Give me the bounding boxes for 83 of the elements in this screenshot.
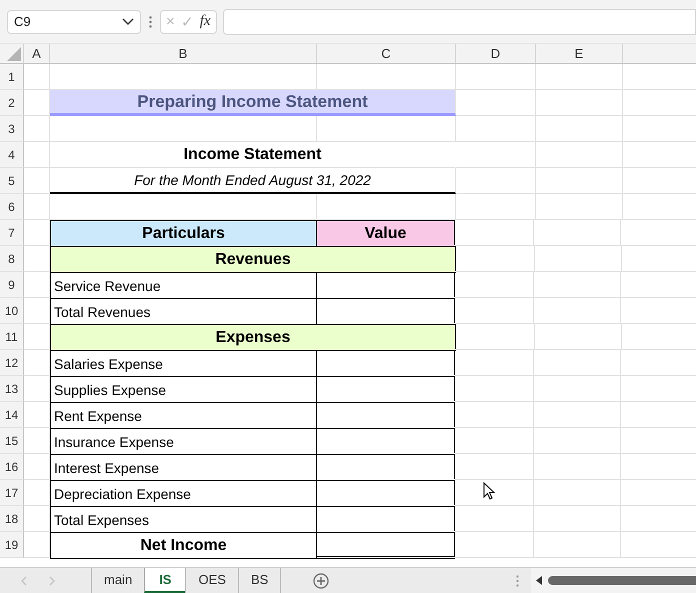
sheet-tab[interactable]: OES [185, 568, 238, 593]
more-options-icon[interactable] [149, 16, 152, 28]
horizontal-scrollbar[interactable] [531, 568, 696, 593]
next-sheet-icon[interactable] [48, 576, 56, 586]
empty-cell[interactable] [536, 168, 623, 194]
empty-cell[interactable] [454, 454, 534, 480]
insert-function-button[interactable]: fx [200, 13, 211, 30]
row-header[interactable]: 9 [0, 272, 24, 298]
row-header[interactable]: 5 [0, 168, 24, 194]
column-header[interactable]: A [24, 44, 50, 63]
empty-cell[interactable] [536, 142, 623, 168]
previous-sheet-icon[interactable] [20, 576, 28, 586]
sheet-tab[interactable]: BS [238, 568, 282, 593]
row-header[interactable]: 7 [0, 220, 24, 246]
column-header[interactable]: D [456, 44, 536, 63]
empty-cell[interactable] [454, 532, 534, 558]
column-header[interactable]: E [536, 44, 623, 63]
row-header[interactable]: 16 [0, 454, 24, 480]
empty-cell[interactable] [454, 506, 534, 532]
empty-cell[interactable] [456, 168, 536, 194]
empty-cell[interactable] [534, 220, 621, 246]
empty-cell[interactable] [454, 376, 534, 402]
add-sheet-icon[interactable] [313, 572, 330, 588]
empty-cell[interactable] [534, 454, 621, 480]
more-options-icon[interactable] [516, 574, 519, 586]
mouse-pointer-icon [483, 482, 495, 500]
row-header[interactable]: 19 [0, 532, 24, 558]
sheet-title: Preparing Income Statement [50, 90, 456, 116]
empty-cell[interactable] [536, 64, 623, 90]
dropdown-caret-icon [122, 18, 134, 26]
row-header[interactable]: 3 [0, 116, 24, 142]
column-header[interactable]: C [317, 44, 456, 63]
row-header[interactable]: 8 [0, 246, 24, 272]
empty-cell[interactable] [534, 506, 621, 532]
empty-cell[interactable] [456, 116, 536, 142]
section-heading-cell: Revenues [50, 246, 456, 273]
empty-cell[interactable] [536, 90, 623, 116]
row-header[interactable]: 6 [0, 194, 24, 220]
empty-cell[interactable] [50, 116, 317, 142]
empty-cell[interactable] [535, 246, 622, 272]
row-header[interactable]: 1 [0, 64, 24, 90]
empty-cell[interactable] [454, 428, 534, 454]
section-heading-cell: Expenses [50, 324, 456, 351]
row-header[interactable]: 17 [0, 480, 24, 506]
table-cell: Net Income [50, 532, 317, 559]
empty-cell[interactable] [534, 402, 621, 428]
empty-cell[interactable] [534, 350, 621, 376]
empty-cell[interactable] [456, 64, 536, 90]
scroll-left-icon[interactable] [536, 576, 543, 585]
empty-cell[interactable] [534, 298, 621, 324]
row-header[interactable]: 11 [0, 324, 24, 350]
table-header-cell: Value [316, 220, 455, 247]
empty-cell[interactable] [454, 272, 534, 298]
row-header[interactable]: 2 [0, 90, 24, 116]
row-header[interactable]: 4 [0, 142, 24, 168]
column-header[interactable]: B [50, 44, 317, 63]
row-header[interactable]: 12 [0, 350, 24, 376]
row-header[interactable]: 13 [0, 376, 24, 402]
row-header[interactable]: 15 [0, 428, 24, 454]
empty-cell[interactable] [454, 402, 534, 428]
statement-period: For the Month Ended August 31, 2022 [50, 168, 456, 194]
empty-cell[interactable] [535, 324, 622, 350]
empty-cell[interactable] [317, 116, 456, 142]
empty-cell[interactable] [456, 142, 536, 168]
empty-cell[interactable] [534, 532, 621, 558]
table-header-cell: Particulars [50, 220, 317, 247]
row-header[interactable]: 10 [0, 298, 24, 324]
empty-cell[interactable] [534, 428, 621, 454]
empty-cell[interactable] [536, 116, 623, 142]
row-header[interactable]: 14 [0, 402, 24, 428]
row-header[interactable]: 18 [0, 506, 24, 532]
name-box[interactable]: C9 [7, 10, 141, 34]
empty-cell[interactable] [456, 194, 536, 220]
statement-heading: Income Statement [50, 142, 456, 168]
empty-cell[interactable] [534, 376, 621, 402]
empty-cell[interactable] [454, 298, 534, 324]
select-all-icon[interactable] [7, 47, 21, 61]
empty-cell[interactable] [454, 350, 534, 376]
empty-cell[interactable] [536, 194, 623, 220]
empty-cell[interactable] [534, 480, 621, 506]
empty-cell[interactable] [534, 272, 621, 298]
formula-input-field[interactable] [222, 8, 696, 34]
sheet-tab[interactable]: IS [144, 568, 186, 593]
